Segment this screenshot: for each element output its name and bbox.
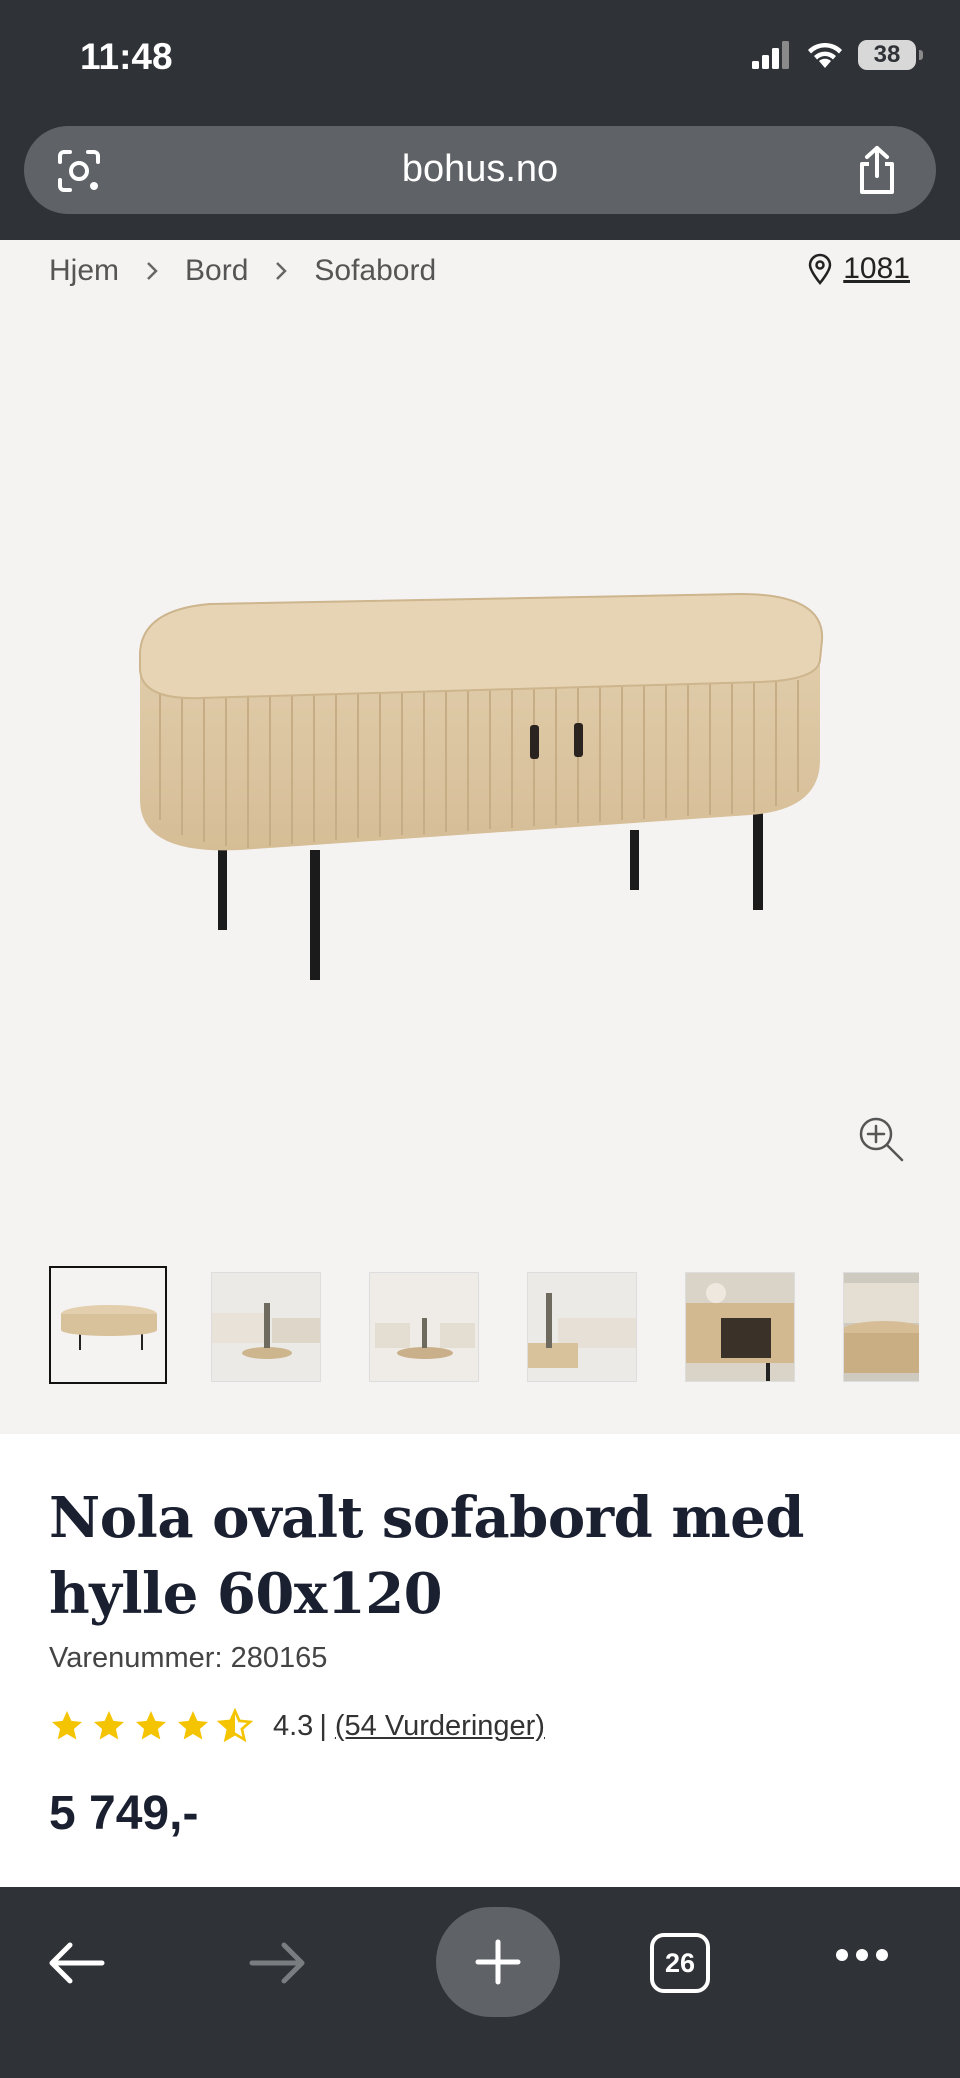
thumbnail-5[interactable] [685,1272,795,1382]
chevron-right-icon [147,262,158,280]
thumbnail-2[interactable] [211,1272,321,1382]
store-selector[interactable]: 1081 [807,252,910,286]
thumbnail-6[interactable] [843,1272,919,1382]
product-sku: Varenummer: 280165 [49,1642,328,1674]
star-full-icon [178,1711,208,1740]
more-options-icon[interactable] [834,1947,890,1963]
thumbnail-1[interactable] [49,1266,167,1384]
url-text[interactable]: bohus.no [24,148,936,191]
rating-separator: | [319,1709,327,1742]
thumbnail-image [686,1273,794,1381]
thumbnail-image [528,1273,636,1381]
breadcrumb: Hjem Bord Sofabord [49,254,436,288]
thumbnail-image [212,1273,320,1381]
product-info: Nola ovalt sofabord med hylle 60x120 Var… [0,1434,960,1887]
thumbnail-image [844,1273,919,1381]
page-content: Hjem Bord Sofabord 1081 Nola ovalt sofab… [0,240,960,1887]
star-half-icon [217,1708,253,1743]
thumbnail-4[interactable] [527,1272,637,1382]
thumbnail-image [61,1305,157,1350]
chevron-right-icon [276,262,288,280]
forward-arrow-icon[interactable] [248,1939,308,1987]
product-image[interactable] [120,580,840,980]
back-arrow-icon[interactable] [46,1939,106,1987]
breadcrumb-item-bord[interactable]: Bord [185,254,248,288]
cellular-signal-icon [752,41,789,69]
product-rating: 4.3 | (54 Vurderinger) [49,1708,545,1744]
status-time: 11:48 [80,36,173,77]
status-bar: 11:48 38 [0,0,960,118]
tab-switcher-button[interactable]: 26 [650,1933,710,1993]
plus-icon [475,1939,521,1985]
zoom-in-icon[interactable] [856,1114,906,1164]
rating-value: 4.3 [273,1709,314,1742]
star-full-icon [52,1711,82,1740]
address-bar[interactable]: bohus.no [24,126,936,214]
reviews-link[interactable]: (54 Vurderinger) [335,1710,545,1743]
breadcrumb-item-home[interactable]: Hjem [49,254,119,288]
product-title: Nola ovalt sofabord med hylle 60x120 [49,1485,804,1627]
thumbnail-image [370,1273,478,1381]
battery-indicator: 38 [858,40,923,70]
share-icon[interactable] [854,144,900,196]
wifi-icon [808,42,842,68]
breadcrumb-item-sofabord[interactable]: Sofabord [314,254,436,288]
status-icons: 38 [752,40,923,70]
star-full-icon [136,1711,166,1740]
store-code[interactable]: 1081 [843,252,910,286]
star-full-icon [94,1711,124,1740]
thumbnail-3[interactable] [369,1272,479,1382]
location-pin-icon [808,253,832,285]
product-price: 5 749,- [49,1787,199,1840]
thumbnail-strip [49,1266,919,1386]
browser-toolbar: 26 [0,1887,960,2078]
new-tab-button[interactable] [436,1907,560,2017]
rating-stars [49,1708,253,1744]
